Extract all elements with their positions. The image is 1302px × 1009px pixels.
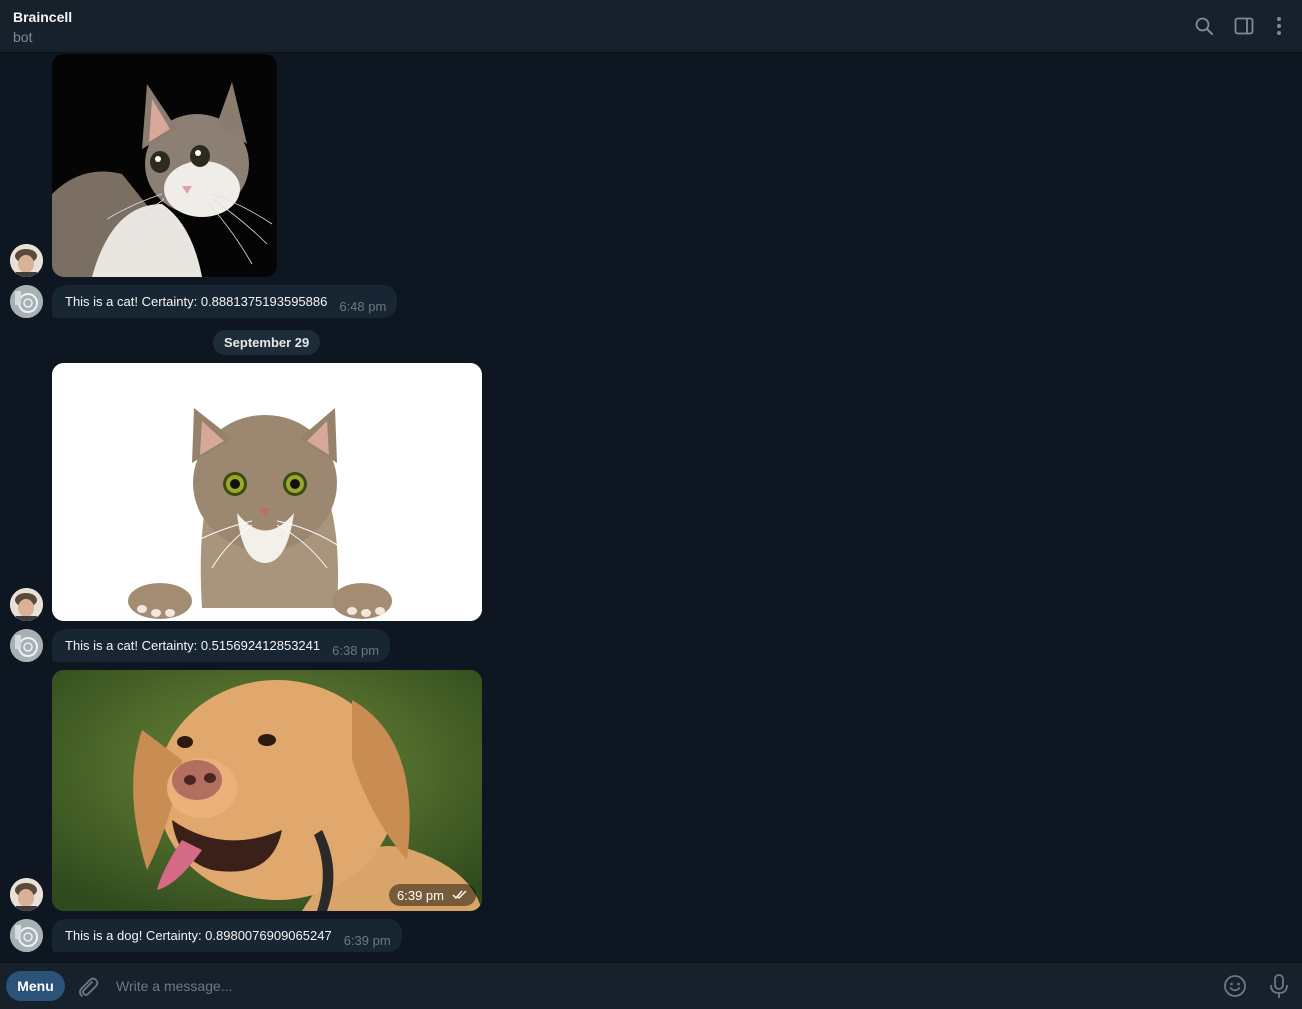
microphone-icon[interactable] bbox=[1267, 973, 1291, 999]
attach-icon[interactable] bbox=[75, 974, 101, 1000]
message-time: 6:39 pm bbox=[343, 932, 391, 948]
chat-subtitle: bot bbox=[13, 29, 33, 45]
cat-photo bbox=[52, 54, 277, 277]
read-double-check-icon bbox=[452, 888, 468, 903]
message-time: 6:48 pm bbox=[339, 298, 387, 314]
user-avatar[interactable] bbox=[10, 588, 43, 621]
message-input[interactable] bbox=[116, 973, 1206, 999]
cat-photo bbox=[52, 363, 482, 621]
message-time: 6:38 pm bbox=[332, 642, 380, 658]
message-composer: Menu bbox=[0, 962, 1302, 1009]
message-text: This is a cat! Certainty: 0.888137519359… bbox=[65, 294, 328, 309]
date-separator[interactable]: September 29 bbox=[213, 330, 321, 355]
message-text: This is a dog! Certainty: 0.898007690906… bbox=[65, 928, 332, 943]
photo-message[interactable] bbox=[52, 363, 482, 621]
sidebar-toggle-icon[interactable] bbox=[1232, 14, 1256, 38]
bot-avatar[interactable] bbox=[10, 919, 43, 952]
user-avatar[interactable] bbox=[10, 244, 43, 277]
bot-message-bubble[interactable]: This is a cat! Certainty: 0.888137519359… bbox=[52, 285, 398, 318]
user-avatar[interactable] bbox=[10, 878, 43, 911]
bot-avatar[interactable] bbox=[10, 285, 43, 318]
photo-message[interactable]: 6:39 pm bbox=[52, 670, 482, 911]
search-icon[interactable] bbox=[1192, 14, 1216, 38]
message-text: This is a cat! Certainty: 0.515692412853… bbox=[65, 638, 321, 653]
bot-message-bubble[interactable]: This is a cat! Certainty: 0.515692412853… bbox=[52, 629, 391, 662]
bot-avatar[interactable] bbox=[10, 629, 43, 662]
more-vertical-icon[interactable] bbox=[1267, 14, 1291, 38]
photo-message[interactable] bbox=[52, 54, 277, 277]
photo-time-badge: 6:39 pm bbox=[389, 884, 476, 906]
message-time: 6:39 pm bbox=[397, 887, 444, 903]
bot-message-bubble[interactable]: This is a dog! Certainty: 0.898007690906… bbox=[52, 919, 402, 952]
emoji-icon[interactable] bbox=[1223, 974, 1247, 998]
chat-header: Braincell bot bbox=[0, 0, 1302, 53]
dog-photo bbox=[52, 670, 482, 911]
message-list[interactable]: This is a cat! Certainty: 0.888137519359… bbox=[0, 54, 1302, 962]
menu-button[interactable]: Menu bbox=[6, 971, 65, 1001]
chat-title[interactable]: Braincell bbox=[13, 9, 72, 25]
